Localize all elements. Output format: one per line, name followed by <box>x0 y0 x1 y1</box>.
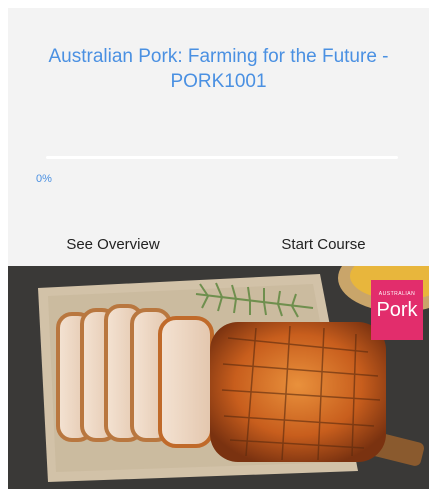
roast-pork-illustration <box>8 266 429 489</box>
course-image[interactable]: AUSTRALIAN Pork <box>8 266 429 489</box>
course-card: Australian Pork: Farming for the Future … <box>8 8 429 489</box>
progress-bar <box>46 156 398 159</box>
logo-small-text: AUSTRALIAN <box>378 291 416 297</box>
australian-pork-logo: AUSTRALIAN Pork <box>371 280 423 340</box>
start-course-button[interactable]: Start Course <box>218 222 429 266</box>
course-actions: See Overview Start Course <box>8 222 429 266</box>
course-title[interactable]: Australian Pork: Farming for the Future … <box>28 44 409 94</box>
progress-percentage: 0% <box>36 173 52 185</box>
logo-big-text: Pork <box>376 299 418 321</box>
see-overview-button[interactable]: See Overview <box>8 222 218 266</box>
